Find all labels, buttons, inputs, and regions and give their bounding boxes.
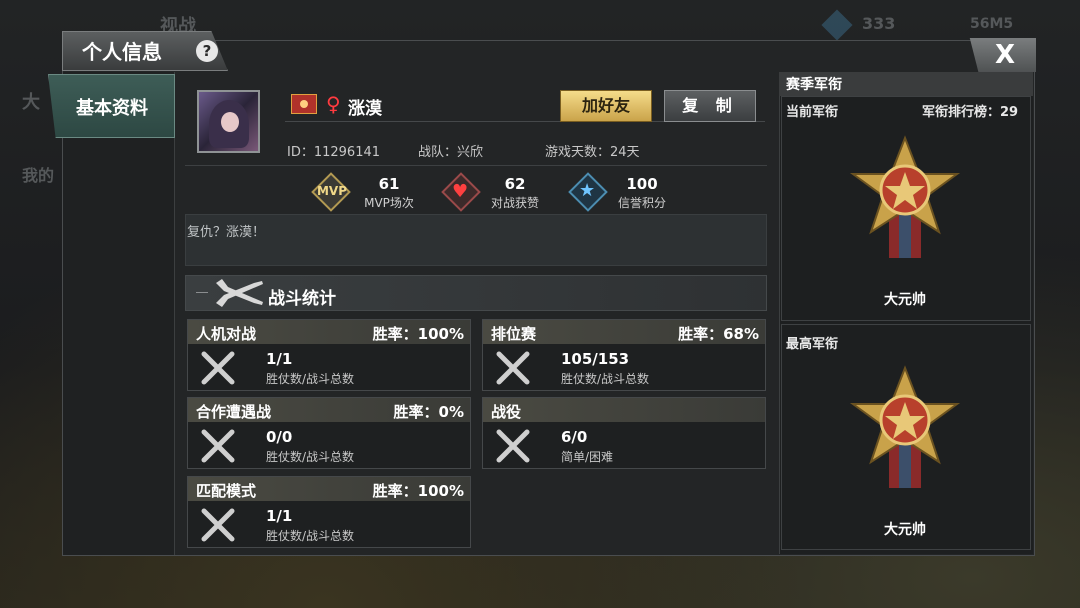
signature-text: 复仇？涨漠！	[187, 225, 266, 240]
crossed-swords-icon	[201, 351, 235, 385]
card-win-rate: 胜率：0%	[393, 403, 464, 421]
highest-rank-name: 大元帅	[884, 522, 926, 538]
card-value: 1/1	[266, 507, 293, 525]
rank-leaderboard-link[interactable]: 军衔排行榜：29	[922, 101, 1018, 120]
add-friend-button[interactable]: 加好友	[560, 90, 652, 122]
stat-card-match[interactable]: 匹配模式 胜率：100% 1/1 胜仗数/战斗总数	[187, 476, 471, 548]
mvp-label: MVP场次	[364, 196, 414, 210]
highest-rank-label: 最高军衔	[786, 337, 839, 352]
stat-card-pve[interactable]: 人机对战 胜率：100% 1/1 胜仗数/战斗总数	[187, 319, 471, 391]
help-button[interactable]: ?	[196, 40, 218, 62]
card-sub-label: 简单/困难	[561, 450, 614, 464]
sidebar-item-label: 基本资料	[76, 98, 148, 119]
signature-box	[185, 214, 767, 266]
sidebar	[63, 72, 175, 555]
card-header: 排位赛 胜率：68%	[483, 320, 765, 344]
avatar[interactable]	[197, 90, 260, 153]
card-body: 1/1 胜仗数/战斗总数	[188, 344, 470, 390]
card-win-rate: 胜率：100%	[372, 482, 464, 500]
stat-card-coop[interactable]: 合作遭遇战 胜率：0% 0/0 胜仗数/战斗总数	[187, 397, 471, 469]
days-played: 游戏天数：24天	[545, 145, 640, 160]
card-value: 0/0	[266, 428, 293, 446]
card-title: 战役	[491, 403, 522, 421]
rank-panel-title: 赛季军衔	[786, 77, 842, 93]
card-header: 战役	[483, 398, 765, 422]
current-rank-label: 当前军衔	[786, 105, 839, 120]
mvp-icon-label: MVP	[316, 184, 348, 198]
card-header: 人机对战 胜率：100%	[188, 320, 470, 344]
card-value: 1/1	[266, 350, 293, 368]
card-body: 6/0 简单/困难	[483, 422, 765, 468]
card-win-rate: 胜率：68%	[678, 325, 759, 343]
card-win-rate: 胜率：100%	[372, 325, 464, 343]
card-sub-label: 胜仗数/战斗总数	[561, 372, 650, 386]
current-rank-name: 大元帅	[884, 292, 926, 308]
battle-stats-title: 战斗统计	[268, 289, 336, 309]
star-icon: ★	[579, 180, 596, 201]
likes-label: 对战获赞	[490, 196, 539, 210]
status-indicator: 56M5	[970, 16, 1014, 32]
crossed-swords-icon	[496, 351, 530, 385]
card-body: 1/1 胜仗数/战斗总数	[188, 501, 470, 547]
background-text: 我的	[22, 166, 55, 185]
card-body: 0/0 胜仗数/战斗总数	[188, 422, 470, 468]
reputation-count: 100	[626, 175, 658, 193]
marshal-medal-icon	[849, 135, 961, 258]
card-title: 匹配模式	[196, 482, 257, 500]
card-sub-label: 胜仗数/战斗总数	[266, 529, 355, 543]
card-title: 人机对战	[196, 325, 257, 343]
stat-card-ranked[interactable]: 排位赛 胜率：68% 105/153 胜仗数/战斗总数	[482, 319, 766, 391]
copy-button[interactable]: 复 制	[664, 90, 756, 122]
marshal-medal-icon	[849, 365, 961, 488]
reputation-label: 信誉积分	[617, 196, 666, 210]
divider	[185, 165, 767, 166]
window-title: 个人信息	[82, 40, 162, 64]
card-title: 合作遭遇战	[196, 403, 272, 421]
avatar-face	[221, 112, 239, 132]
player-name: 涨漠	[348, 99, 382, 119]
team-name: 战队：兴欣	[418, 145, 484, 160]
card-value: 6/0	[561, 428, 588, 446]
card-header: 匹配模式 胜率：100%	[188, 477, 470, 501]
section-dash	[196, 292, 208, 293]
stat-card-campaign[interactable]: 战役 6/0 简单/困难	[482, 397, 766, 469]
female-gender-icon: ♀	[326, 92, 341, 116]
currency-amount: 333	[862, 14, 896, 33]
card-value: 105/153	[561, 350, 630, 368]
heart-icon: ♥	[452, 181, 469, 202]
crossed-swords-icon	[496, 429, 530, 463]
card-title: 排位赛	[491, 325, 537, 343]
card-body: 105/153 胜仗数/战斗总数	[483, 344, 765, 390]
crossed-swords-icon	[201, 508, 235, 542]
mvp-count: 61	[378, 175, 400, 193]
card-sub-label: 胜仗数/战斗总数	[266, 450, 355, 464]
likes-count: 62	[504, 175, 526, 193]
card-sub-label: 胜仗数/战斗总数	[266, 372, 355, 386]
rifles-icon	[216, 279, 263, 307]
rank-badge-icon	[291, 94, 317, 114]
player-id: ID：11296141	[287, 145, 381, 160]
background-text: 大	[22, 92, 40, 113]
crossed-swords-icon	[201, 429, 235, 463]
card-header: 合作遭遇战 胜率：0%	[188, 398, 470, 422]
